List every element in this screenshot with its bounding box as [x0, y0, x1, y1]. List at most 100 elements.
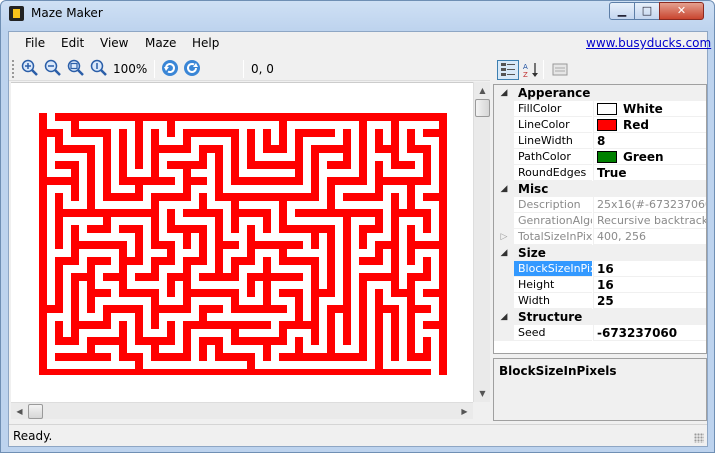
menu-help[interactable]: Help	[192, 36, 219, 50]
scroll-up-arrow[interactable]: ▲	[474, 82, 491, 99]
property-row[interactable]: RoundEdges True	[494, 165, 706, 181]
property-toolbar-separator	[543, 60, 544, 79]
zoom-fit-icon[interactable]	[67, 59, 85, 77]
property-row[interactable]: ▷ TotalSizeInPixe 400, 256	[494, 229, 706, 245]
property-value[interactable]: 16	[593, 277, 706, 293]
property-value[interactable]: Recursive backtracker	[593, 213, 706, 229]
menu-file[interactable]: File	[25, 36, 45, 50]
property-row[interactable]: Height 16	[494, 277, 706, 293]
property-name[interactable]: PathColor	[514, 149, 592, 165]
property-name[interactable]: Width	[514, 293, 592, 309]
zoom-actual-icon[interactable]	[90, 59, 108, 77]
category-row[interactable]: ◢ Structure	[494, 309, 706, 325]
refresh-icon[interactable]	[183, 59, 201, 77]
property-value-text: 16	[597, 262, 614, 276]
collapse-icon[interactable]: ◢	[494, 181, 514, 197]
vertical-scroll-thumb[interactable]	[475, 99, 490, 117]
row-margin	[494, 293, 514, 309]
property-name[interactable]: TotalSizeInPixe	[514, 229, 592, 245]
svg-text:Z: Z	[523, 71, 528, 79]
color-swatch	[597, 151, 617, 163]
row-margin	[494, 117, 514, 133]
alphabetical-icon[interactable]: AZ	[520, 60, 542, 80]
property-value[interactable]: 25	[593, 293, 706, 309]
horizontal-scroll-thumb[interactable]	[28, 404, 43, 419]
property-value-text: Green	[623, 150, 664, 164]
property-row[interactable]: Seed -673237060	[494, 325, 706, 341]
property-row[interactable]: Width 25	[494, 293, 706, 309]
horizontal-scrollbar[interactable]: ◀ ▶	[11, 402, 473, 419]
property-value-text: -673237060	[597, 326, 678, 340]
category-row[interactable]: ◢ Misc	[494, 181, 706, 197]
minimize-button[interactable]: ▁	[609, 2, 635, 20]
zoom-out-icon[interactable]	[44, 59, 62, 77]
property-name[interactable]: FillColor	[514, 101, 592, 117]
property-name[interactable]: GenrationAlgori	[514, 213, 592, 229]
property-value-text: Red	[623, 118, 649, 132]
property-row[interactable]: FillColor White	[494, 101, 706, 117]
category-row[interactable]: ◢ Apperance	[494, 85, 706, 101]
scroll-down-arrow[interactable]: ▼	[474, 385, 491, 402]
property-value-text: 16	[597, 278, 614, 292]
expand-icon[interactable]: ▷	[494, 229, 514, 245]
property-row[interactable]: LineColor Red	[494, 117, 706, 133]
property-value-text: White	[623, 102, 663, 116]
main-window: Maze Maker ▁ □ ✕ File Edit View Maze Hel…	[0, 0, 715, 453]
toolbar-grip[interactable]	[12, 60, 15, 78]
property-name[interactable]: Height	[514, 277, 592, 293]
property-name[interactable]: LineWidth	[514, 133, 592, 149]
menu-bar: File Edit View Maze Help www.busyducks.c…	[9, 32, 711, 55]
row-margin	[494, 261, 514, 277]
scroll-right-arrow[interactable]: ▶	[456, 403, 473, 420]
property-pages-icon[interactable]	[549, 60, 571, 80]
website-link[interactable]: www.busyducks.com	[586, 36, 711, 50]
property-name[interactable]: Seed	[514, 325, 592, 341]
row-margin	[494, 277, 514, 293]
main-toolbar: 100% 0, 0	[9, 56, 490, 81]
row-margin	[494, 197, 514, 213]
cursor-coordinates: 0, 0	[251, 62, 274, 76]
collapse-icon[interactable]: ◢	[494, 309, 514, 325]
property-name[interactable]: BlockSizeInPix	[514, 261, 592, 277]
property-name[interactable]: LineColor	[514, 117, 592, 133]
property-value[interactable]: 8	[593, 133, 706, 149]
maximize-button[interactable]: □	[634, 2, 660, 20]
property-value[interactable]: Red	[593, 117, 706, 133]
property-value[interactable]: 25x16(#-673237060)	[593, 197, 706, 213]
regenerate-icon[interactable]	[161, 59, 179, 77]
property-value[interactable]: True	[593, 165, 706, 181]
property-name[interactable]: Description	[514, 197, 592, 213]
vertical-scrollbar[interactable]: ▲ ▼	[473, 82, 490, 402]
category-row[interactable]: ◢ Size	[494, 245, 706, 261]
property-row[interactable]: GenrationAlgori Recursive backtracker	[494, 213, 706, 229]
zoom-in-icon[interactable]	[21, 59, 39, 77]
close-button[interactable]: ✕	[659, 2, 704, 20]
property-value[interactable]: White	[593, 101, 706, 117]
menu-maze[interactable]: Maze	[145, 36, 176, 50]
property-row[interactable]: PathColor Green	[494, 149, 706, 165]
collapse-icon[interactable]: ◢	[494, 85, 514, 101]
row-margin	[494, 165, 514, 181]
property-row[interactable]: LineWidth 8	[494, 133, 706, 149]
menu-edit[interactable]: Edit	[61, 36, 84, 50]
svg-text:A: A	[523, 63, 528, 71]
property-row[interactable]: BlockSizeInPix 16	[494, 261, 706, 277]
menu-view[interactable]: View	[100, 36, 128, 50]
collapse-icon[interactable]: ◢	[494, 245, 514, 261]
property-value[interactable]: -673237060	[593, 325, 706, 341]
title-bar[interactable]: Maze Maker ▁ □ ✕	[1, 1, 714, 25]
row-margin	[494, 325, 514, 341]
property-value[interactable]: 16	[593, 261, 706, 277]
property-value[interactable]: 400, 256	[593, 229, 706, 245]
zoom-level-label: 100%	[113, 62, 148, 76]
property-value[interactable]: Green	[593, 149, 706, 165]
property-row[interactable]: Description 25x16(#-673237060)	[494, 197, 706, 213]
resize-grip[interactable]	[694, 433, 704, 443]
property-grid[interactable]: ◢ Apperance FillColor White LineColor Red Line…	[493, 84, 707, 354]
scroll-left-arrow[interactable]: ◀	[11, 403, 28, 420]
maze-canvas[interactable]	[11, 82, 473, 402]
categorized-icon[interactable]	[497, 60, 519, 80]
maze-drawing[interactable]	[37, 111, 449, 375]
row-margin	[494, 149, 514, 165]
property-name[interactable]: RoundEdges	[514, 165, 592, 181]
